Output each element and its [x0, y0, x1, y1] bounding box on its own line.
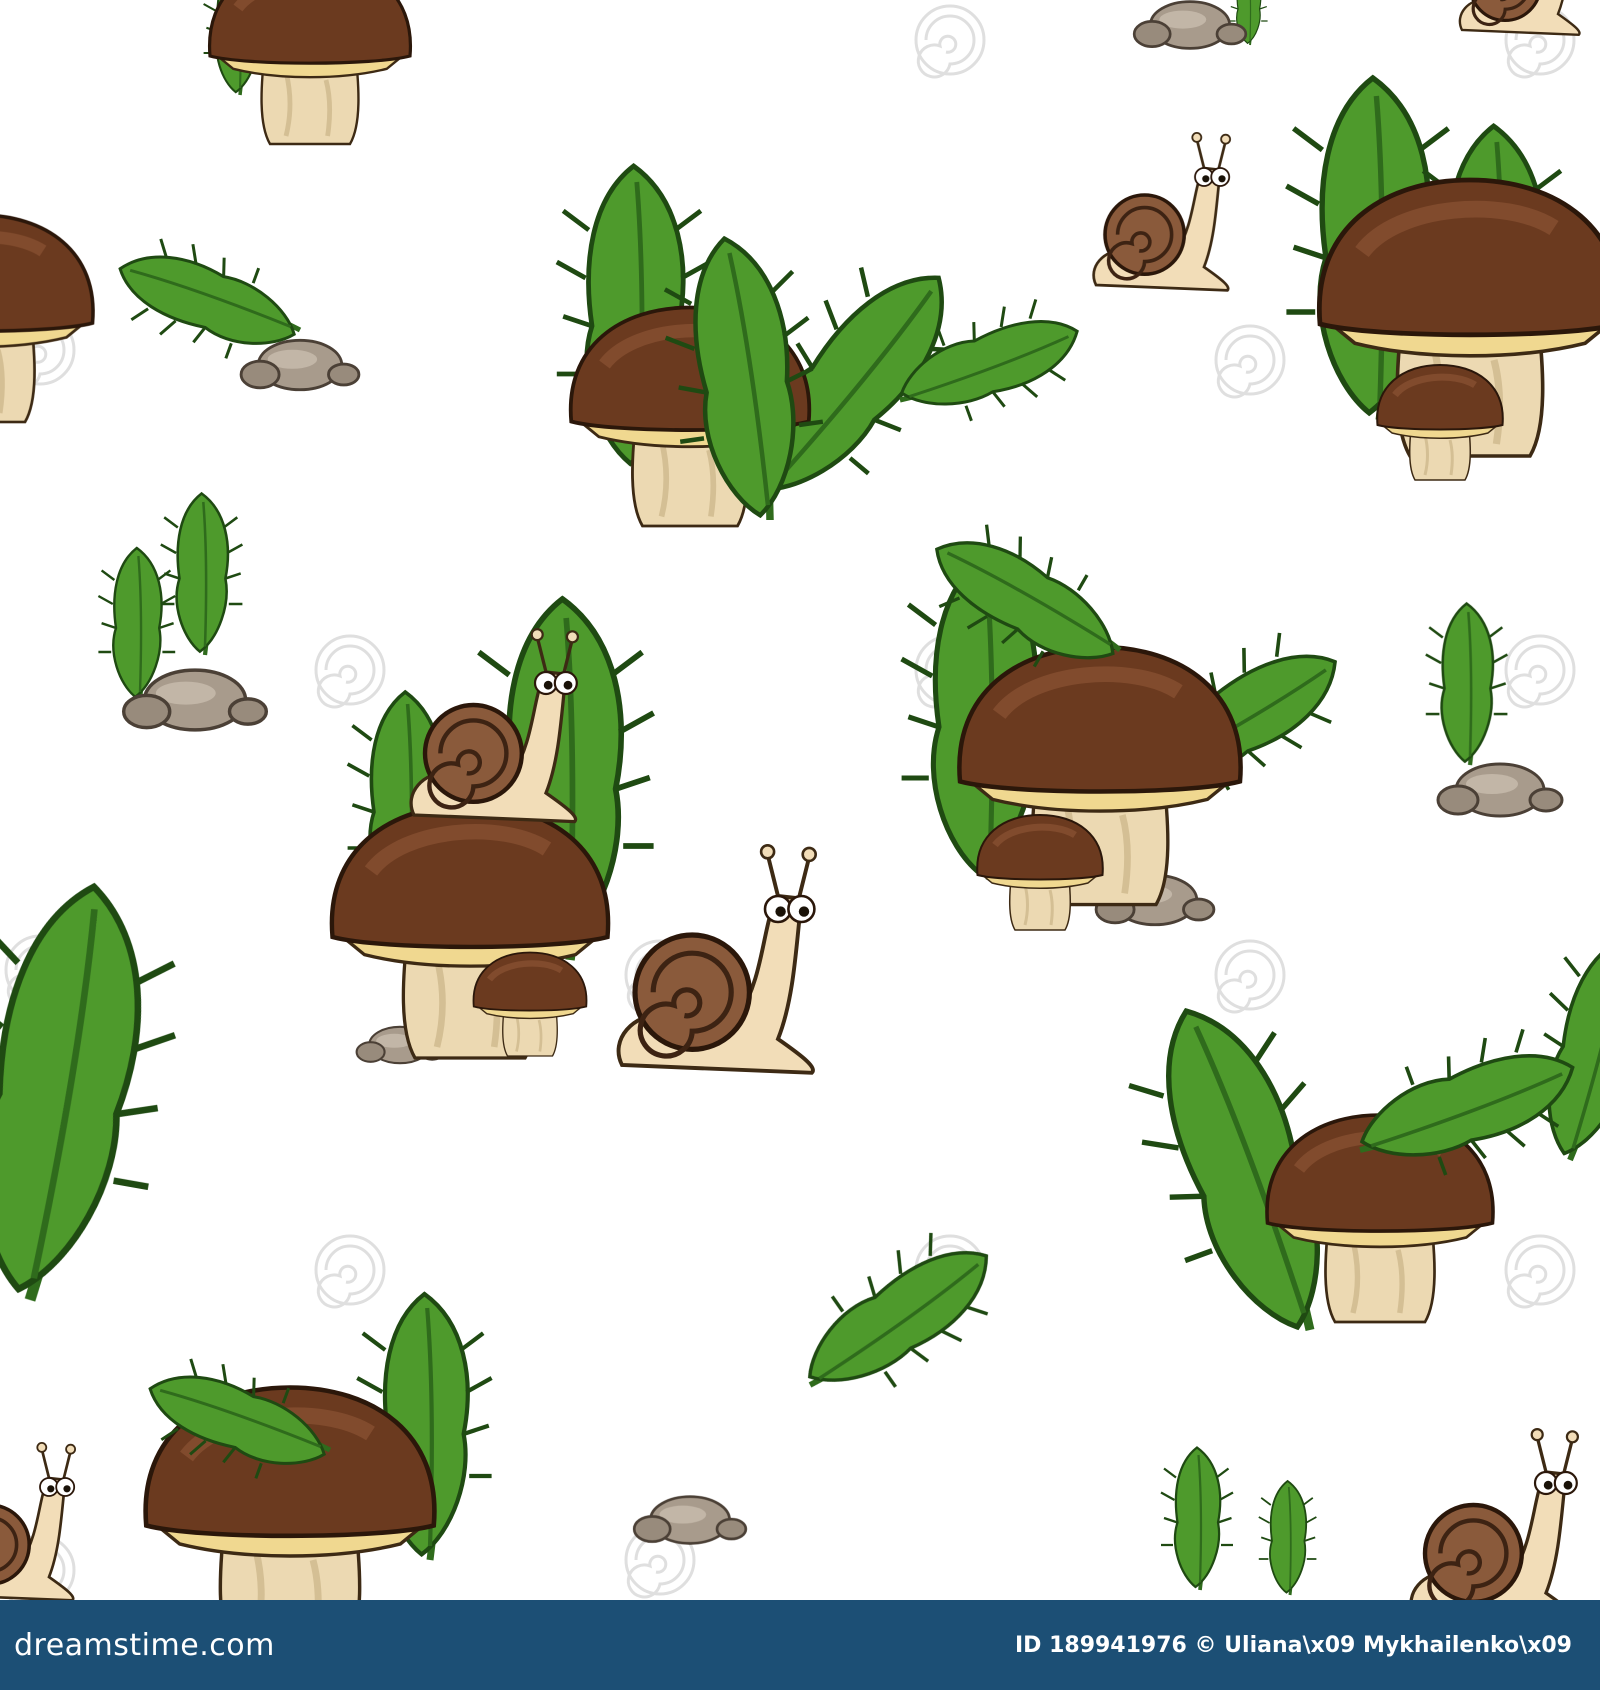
- image-credit: ID 189941976 © Uliana\x09 Mykhailenko\x0…: [1014, 1632, 1572, 1658]
- seamless-pattern-artwork: [0, 0, 1600, 1600]
- stock-image: dreamstime.com ID 189941976 © Uliana\x09…: [0, 0, 1600, 1690]
- brand-logo-text[interactable]: dreamstime.com: [14, 1628, 275, 1663]
- credit-bar: dreamstime.com ID 189941976 © Uliana\x09…: [0, 1600, 1600, 1690]
